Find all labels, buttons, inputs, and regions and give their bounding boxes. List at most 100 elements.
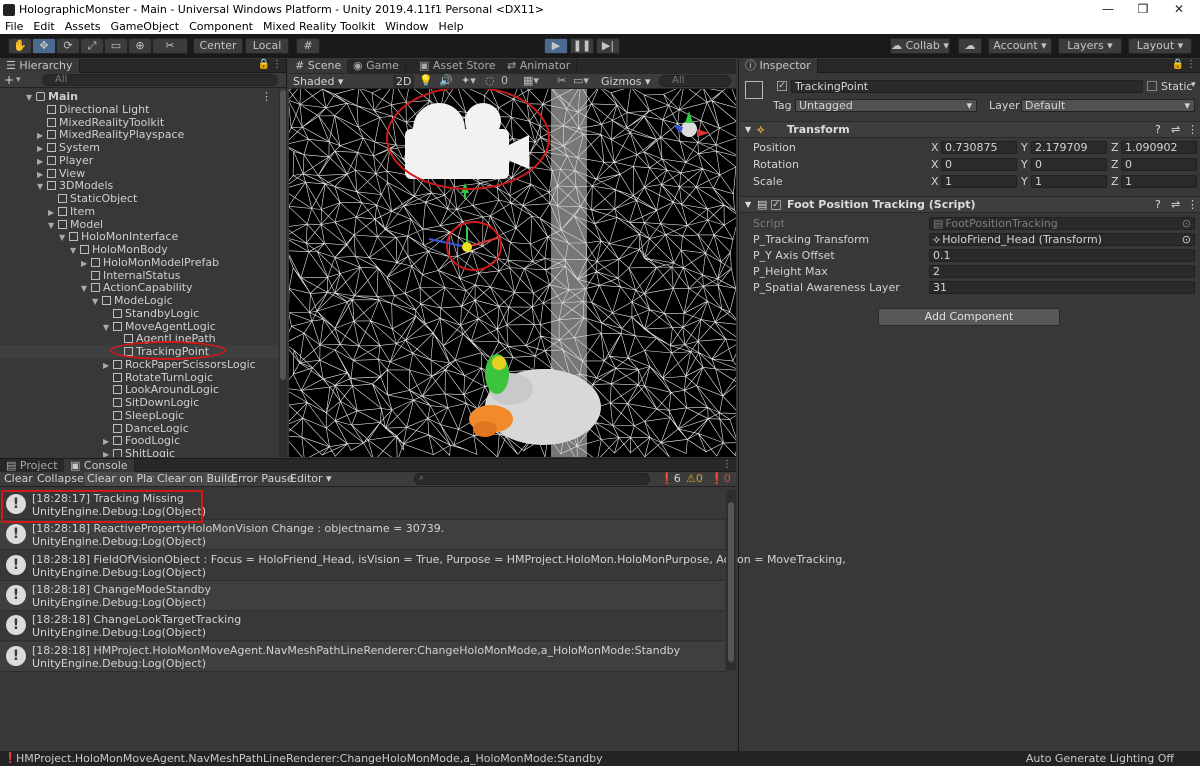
close-button[interactable]: ✕ [1156,0,1200,19]
script-field-value[interactable]: 0.1 [929,249,1195,262]
step-button[interactable]: ▶| [596,38,620,54]
tab-scene[interactable]: # Scene [289,59,349,73]
script-field-value[interactable]: ⟡ HoloFriend_Head (Transform) ⊙ [929,233,1195,246]
menu-file[interactable]: File [0,20,28,33]
hierarchy-item[interactable]: ▼ HoloMonInterface [0,230,278,243]
clear-on-play-button[interactable]: Clear on Play [84,472,163,486]
hierarchy-item[interactable]: ▶ Item [0,205,278,218]
info-count-toggle[interactable]: ❗6 [660,472,681,486]
status-message[interactable]: HMProject.HoloMonMoveAgent.NavMeshPathLi… [16,751,603,766]
hierarchy-item[interactable]: ▶ FoodLogic [0,434,278,447]
shading-mode-dropdown[interactable]: Shaded ▾ [293,75,343,88]
rect-tool-icon[interactable]: ▭ [104,38,128,54]
transform-x-field[interactable]: 0.730875 [941,141,1017,154]
transform-y-field[interactable]: 1 [1031,175,1107,188]
console-log-entry[interactable]: ! [18:28:18] FieldOfVisionObject : Focus … [0,551,846,581]
console-menu-icon[interactable]: ⋮ [722,459,732,470]
account-dropdown[interactable]: Account ▾ [988,38,1052,54]
transform-z-field[interactable]: 1.090902 [1121,141,1197,154]
hierarchy-item[interactable]: ▼ ActionCapability [0,281,278,294]
lock-icon[interactable]: 🔒 [258,59,270,70]
gizmos-dropdown[interactable]: Gizmos ▾ [601,75,651,88]
tab-animator[interactable]: ⇄ Animator [501,59,578,73]
hierarchy-item[interactable]: ▶ ShitLogic [0,447,278,457]
effects-toggle-icon[interactable]: ✦▾ [461,74,476,88]
tag-dropdown[interactable]: Untagged ▾ [795,99,977,112]
script-foldout-icon[interactable]: ▼ [745,197,751,213]
hierarchy-item[interactable]: MixedRealityToolkit [0,116,278,129]
pivot-center-button[interactable]: Center [193,38,243,54]
tab-console[interactable]: ▣ Console [64,459,135,473]
hierarchy-item[interactable]: InternalStatus [0,269,278,282]
script-component-header[interactable]: ▼ ▤ ✓ Foot Position Tracking (Script) ? … [739,196,1200,213]
rotate-tool-icon[interactable]: ⟳ [56,38,80,54]
cloud-icon[interactable]: ☁ [958,38,982,54]
hierarchy-item[interactable]: Directional Light [0,103,278,116]
custom-tool-icon[interactable]: ✂ [152,38,188,54]
hierarchy-item[interactable]: ▼ HoloMonBody [0,243,278,256]
active-checkbox[interactable]: ✓ [777,81,787,91]
hierarchy-item[interactable]: ▼ Model [0,218,278,231]
layer-dropdown[interactable]: Default ▾ [1021,99,1195,112]
panel-menu-icon[interactable]: ⋮ [272,59,282,70]
static-dropdown-icon[interactable]: ▾ [1191,80,1196,90]
hierarchy-search-input[interactable]: All [42,74,278,86]
transform-header[interactable]: ▼ ⟡ Transform ? ⇌ ⋮ [739,121,1200,138]
transform-preset-icon[interactable]: ⇌ [1171,122,1180,138]
script-menu-icon[interactable]: ⋮ [1187,197,1198,213]
hierarchy-item[interactable]: RotateTurnLogic [0,371,278,384]
hierarchy-item[interactable]: ▶ System [0,141,278,154]
hierarchy-item[interactable]: LookAroundLogic [0,383,278,396]
transform-y-field[interactable]: 2.179709 [1031,141,1107,154]
camera-settings-icon[interactable]: ▭▾ [573,74,589,88]
hierarchy-item[interactable]: ▼ ModeLogic [0,294,278,307]
hierarchy-scrollbar[interactable] [279,90,287,457]
inspector-lock-icon[interactable]: 🔒 [1172,59,1184,70]
scene-menu-icon[interactable]: ⋮ [261,90,272,103]
hierarchy-item[interactable]: ▶ MixedRealityPlayspace [0,128,278,141]
transform-tool-icon[interactable]: ⊕ [128,38,152,54]
hierarchy-item[interactable]: ▼ Main ⋮ [0,90,278,103]
scale-tool-icon[interactable]: ⤢ [80,38,104,54]
menu-help[interactable]: Help [434,20,469,33]
object-picker-icon[interactable]: ⊙ [1182,234,1191,245]
tab-inspector[interactable]: ⓘ Inspector [739,59,818,73]
hierarchy-item[interactable]: SleepLogic [0,409,278,422]
tools-icon[interactable]: ✂ [557,74,566,88]
console-log-entry[interactable]: ! [18:28:18] HMProject.HoloMonMoveAgent.N… [0,641,725,672]
move-tool-icon[interactable]: ✥ [32,38,56,54]
add-object-button[interactable]: + [4,73,14,87]
error-count-toggle[interactable]: ❗0 [710,472,731,486]
hierarchy-item[interactable]: ▶ Player [0,154,278,167]
expand-arrow-right-icon[interactable]: ▶ [103,448,111,457]
console-scrollbar[interactable] [726,490,736,670]
warn-count-toggle[interactable]: ⚠0 [686,472,703,486]
scene-search-input[interactable]: All [659,75,731,87]
add-dropdown-icon[interactable]: ▾ [16,73,21,87]
transform-z-field[interactable]: 0 [1121,158,1197,171]
hierarchy-item[interactable]: StaticObject [0,192,278,205]
snap-grid-icon[interactable]: # [296,38,320,54]
transform-x-field[interactable]: 1 [941,175,1017,188]
menu-mixed-reality-toolkit[interactable]: Mixed Reality Toolkit [258,20,380,33]
hierarchy-item[interactable]: ▶ View [0,167,278,180]
hierarchy-item[interactable]: SitDownLogic [0,396,278,409]
tab-game[interactable]: ◉ Game [347,59,406,73]
tab-asset-store[interactable]: ▣ Asset Store [413,59,503,73]
transform-help-icon[interactable]: ? [1155,122,1161,138]
hierarchy-scroll-thumb[interactable] [280,90,286,380]
menu-gameobject[interactable]: GameObject [106,20,185,33]
hierarchy-item[interactable]: ▶ HoloMonModelPrefab [0,256,278,269]
static-checkbox[interactable] [1147,81,1157,91]
object-name-field[interactable]: TrackingPoint [791,80,1143,93]
transform-x-field[interactable]: 0 [941,158,1017,171]
script-field-value[interactable]: 31 [929,281,1195,294]
console-log-entry[interactable]: ! [18:28:18] ReactivePropertyHoloMonVisio… [0,520,725,551]
collab-button[interactable]: ☁ Collab ▾ [890,38,950,54]
editor-dropdown[interactable]: Editor ▾ [290,472,332,486]
script-help-icon[interactable]: ? [1155,197,1161,213]
object-picker-icon[interactable]: ⊙ [1182,218,1191,229]
error-pause-button[interactable]: Error Pause [231,472,294,486]
collapse-button[interactable]: Collapse [37,472,84,486]
toggle-2d-button[interactable]: 2D [393,75,415,88]
